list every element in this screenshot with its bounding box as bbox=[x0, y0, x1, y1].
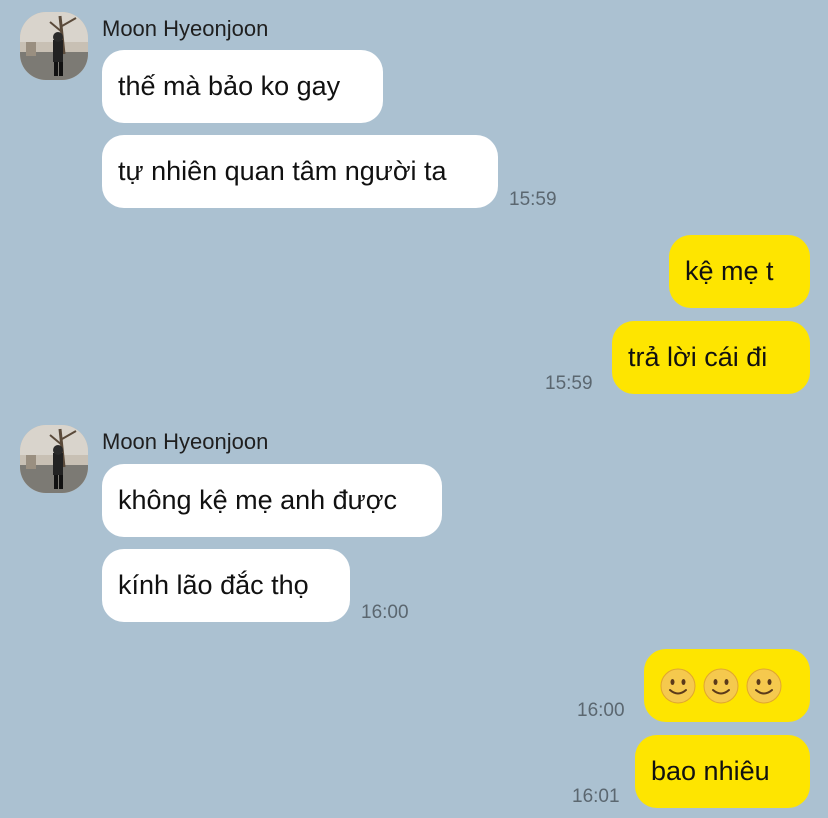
message-timestamp: 16:00 bbox=[577, 700, 625, 721]
message-bubble-outgoing[interactable]: trả lời cái đi bbox=[612, 321, 810, 394]
message-bubble-incoming[interactable]: kính lão đắc thọ bbox=[102, 549, 350, 622]
message-text: bao nhiêu bbox=[651, 756, 770, 786]
message-bubble-incoming[interactable]: thế mà bảo ko gay bbox=[102, 50, 383, 123]
message-text: thế mà bảo ko gay bbox=[118, 71, 341, 101]
smiley-emoji-icon bbox=[746, 668, 782, 703]
sender-name: Moon Hyeonjoon bbox=[102, 429, 269, 454]
message-bubble-incoming[interactable]: tự nhiên quan tâm người ta bbox=[102, 135, 498, 208]
message-timestamp: 15:59 bbox=[509, 189, 557, 210]
contact-avatar[interactable] bbox=[20, 425, 88, 493]
sender-name: Moon Hyeonjoon bbox=[102, 16, 269, 41]
message-timestamp: 16:00 bbox=[361, 602, 409, 623]
avatar-photo-icon bbox=[20, 425, 88, 493]
contact-avatar[interactable] bbox=[20, 12, 88, 80]
smiley-emoji-icon bbox=[703, 668, 739, 703]
message-text: không kệ mẹ anh được bbox=[118, 485, 397, 515]
message-bubble-incoming[interactable]: không kệ mẹ anh được bbox=[102, 464, 442, 537]
message-bubble-outgoing[interactable] bbox=[644, 649, 810, 722]
message-timestamp: 15:59 bbox=[545, 373, 593, 394]
message-text: tự nhiên quan tâm người ta bbox=[118, 156, 447, 186]
message-text: kính lão đắc thọ bbox=[118, 570, 309, 600]
smiley-emoji-icon bbox=[660, 668, 696, 703]
message-bubble-outgoing[interactable]: bao nhiêu bbox=[635, 735, 810, 808]
emoji-message bbox=[660, 668, 782, 704]
message-text: trả lời cái đi bbox=[628, 342, 768, 372]
message-timestamp: 16:01 bbox=[572, 786, 620, 807]
message-bubble-outgoing[interactable]: kệ mẹ t bbox=[669, 235, 810, 308]
avatar-photo-icon bbox=[20, 12, 88, 80]
message-text: kệ mẹ t bbox=[685, 256, 774, 286]
